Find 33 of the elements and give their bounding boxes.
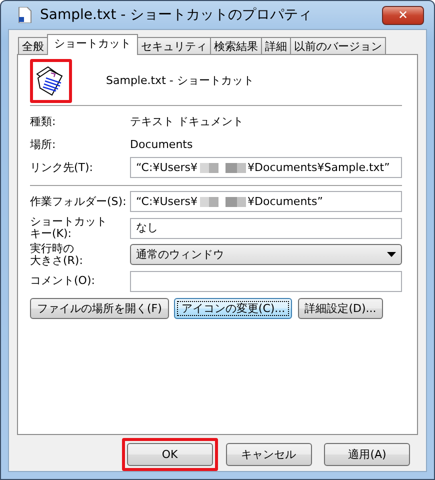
field-label: コメント(O): (30, 275, 96, 287)
field-label: リンク先(T): (30, 162, 94, 174)
tab[interactable]: 全般 (18, 37, 48, 56)
field-label: 大きさ(R): (30, 254, 84, 267)
field-label: キー(K): (30, 228, 73, 240)
button[interactable]: アイコンの変更(C)... (174, 298, 292, 319)
button[interactable]: OK (126, 443, 213, 466)
field-label: 実行時の (30, 242, 75, 255)
field-label: ショートカット (30, 216, 108, 228)
input-field[interactable]: なし (130, 218, 402, 238)
window-title: Sample.txt - ショートカットのプロパティ (40, 6, 312, 25)
shortcut-file-icon (18, 7, 32, 24)
tab[interactable]: 以前のバージョン (290, 37, 386, 56)
tab[interactable]: 検索結果 (210, 37, 262, 56)
tab[interactable]: セキュリティ (137, 37, 211, 56)
dropdown-arrow-icon (387, 252, 396, 258)
input-field[interactable]: “C:¥Users¥ ¥Documents” (130, 191, 402, 212)
close-button[interactable]: ✕ (382, 6, 424, 25)
tab[interactable]: 詳細 (261, 37, 291, 56)
button[interactable]: ファイルの場所を開く(F) (30, 298, 169, 319)
tab[interactable]: ショートカット (47, 34, 138, 56)
field-value: テキスト ドキュメント (130, 114, 244, 130)
field-label: 種類: (30, 116, 57, 128)
button[interactable]: 適用(A) (324, 443, 410, 466)
button[interactable]: 詳細設定(D)... (298, 298, 384, 319)
field-value: Documents (130, 136, 193, 152)
dropdown[interactable]: 通常のウィンドウ (130, 244, 402, 266)
shortcut-name: Sample.txt - ショートカット (106, 73, 254, 89)
input-field[interactable] (130, 270, 402, 292)
field-label: 場所: (30, 138, 57, 151)
button[interactable]: キャンセル (226, 443, 312, 466)
input-field[interactable]: “C:¥Users¥ ¥Documents¥Sample.txt” (130, 157, 402, 178)
field-label: 作業フォルダー(S): (30, 196, 128, 208)
